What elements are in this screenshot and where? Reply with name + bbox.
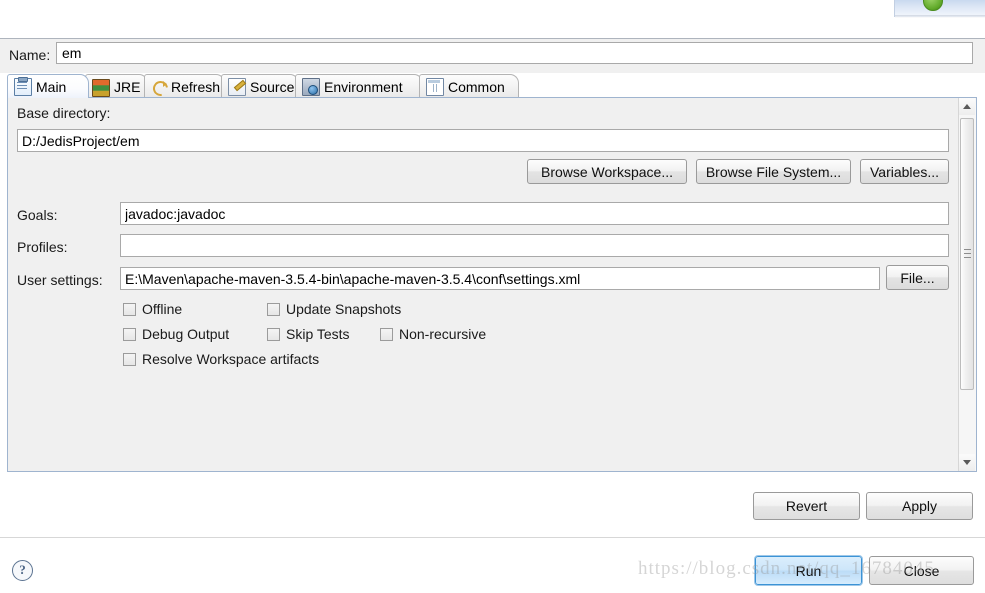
checkbox-box bbox=[123, 302, 136, 316]
tab-refresh[interactable]: Refresh bbox=[144, 74, 225, 98]
checkbox-update-snapshots-label: Update Snapshots bbox=[286, 301, 402, 317]
jre-icon bbox=[92, 78, 110, 97]
tab-jre[interactable]: JRE bbox=[85, 74, 148, 98]
close-button[interactable]: Close bbox=[869, 556, 974, 585]
scrollbar-thumb[interactable] bbox=[960, 118, 974, 390]
revert-button[interactable]: Revert bbox=[753, 492, 860, 520]
tab-source[interactable]: Source bbox=[221, 74, 299, 98]
goals-label: Goals: bbox=[17, 207, 58, 223]
tab-environment[interactable]: Environment bbox=[295, 74, 423, 98]
tab-refresh-label: Refresh bbox=[171, 78, 221, 95]
tab-source-label: Source bbox=[250, 78, 295, 95]
main-icon bbox=[14, 76, 32, 96]
checkbox-resolve-workspace-artifacts[interactable]: Resolve Workspace artifacts bbox=[123, 351, 319, 367]
browse-file-system-button[interactable]: Browse File System... bbox=[696, 159, 851, 184]
checkbox-box bbox=[267, 327, 280, 341]
checkbox-box bbox=[380, 327, 393, 341]
checkbox-skip-tests-label: Skip Tests bbox=[286, 326, 350, 342]
footer-divider bbox=[0, 537, 985, 538]
base-directory-input[interactable] bbox=[17, 129, 949, 152]
run-button[interactable]: Run bbox=[754, 555, 863, 586]
file-button[interactable]: File... bbox=[886, 265, 949, 290]
goals-input[interactable] bbox=[120, 202, 949, 225]
profiles-label: Profiles: bbox=[17, 239, 68, 255]
checkbox-box bbox=[123, 352, 136, 366]
configuration-name-row: Name: bbox=[0, 38, 985, 73]
name-label: Name: bbox=[9, 47, 51, 63]
toolbar-shadow bbox=[895, 15, 985, 18]
tab-common-label: Common bbox=[448, 78, 505, 95]
checkbox-update-snapshots[interactable]: Update Snapshots bbox=[267, 301, 401, 317]
tab-bar: Main JRE Refresh Source Environment Comm… bbox=[7, 74, 985, 98]
tab-jre-label: JRE bbox=[114, 78, 141, 95]
base-directory-label: Base directory: bbox=[17, 105, 111, 121]
tab-main[interactable]: Main bbox=[7, 74, 89, 98]
run-green-icon bbox=[923, 0, 943, 11]
checkbox-non-recursive[interactable]: Non-recursive bbox=[380, 326, 486, 342]
help-icon[interactable]: ? bbox=[12, 560, 33, 581]
checkbox-offline-label: Offline bbox=[142, 301, 183, 317]
panel-scrollbar[interactable] bbox=[958, 98, 976, 471]
browse-workspace-button[interactable]: Browse Workspace... bbox=[527, 159, 687, 184]
checkbox-skip-tests[interactable]: Skip Tests bbox=[267, 326, 350, 342]
scroll-up-arrow-icon[interactable] bbox=[959, 98, 975, 115]
checkbox-debug-output[interactable]: Debug Output bbox=[123, 326, 229, 342]
checkbox-resolve-workspace-artifacts-label: Resolve Workspace artifacts bbox=[142, 351, 320, 367]
configuration-name-input[interactable] bbox=[56, 42, 973, 64]
variables-button[interactable]: Variables... bbox=[860, 159, 949, 184]
tab-common[interactable]: Common bbox=[419, 74, 519, 98]
scroll-down-arrow-icon[interactable] bbox=[959, 454, 975, 471]
refresh-icon bbox=[151, 79, 167, 95]
checkbox-box bbox=[123, 327, 136, 341]
user-settings-input[interactable] bbox=[120, 267, 880, 290]
main-tab-panel: Base directory: Browse Workspace... Brow… bbox=[7, 97, 977, 472]
checkbox-offline[interactable]: Offline bbox=[123, 301, 182, 317]
tab-main-label: Main bbox=[36, 78, 67, 95]
common-icon bbox=[426, 77, 444, 96]
environment-icon bbox=[302, 77, 320, 96]
top-toolbar-remnant bbox=[0, 0, 985, 18]
checkbox-non-recursive-label: Non-recursive bbox=[399, 326, 487, 342]
source-icon bbox=[228, 77, 246, 96]
profiles-input[interactable] bbox=[120, 234, 949, 257]
apply-button[interactable]: Apply bbox=[866, 492, 973, 520]
checkbox-debug-output-label: Debug Output bbox=[142, 326, 230, 342]
main-tab-content: Base directory: Browse Workspace... Brow… bbox=[8, 98, 959, 471]
scrollbar-grip-icon bbox=[964, 249, 971, 250]
tab-environment-label: Environment bbox=[324, 78, 403, 95]
user-settings-label: User settings: bbox=[17, 272, 103, 288]
checkbox-box bbox=[267, 302, 280, 316]
